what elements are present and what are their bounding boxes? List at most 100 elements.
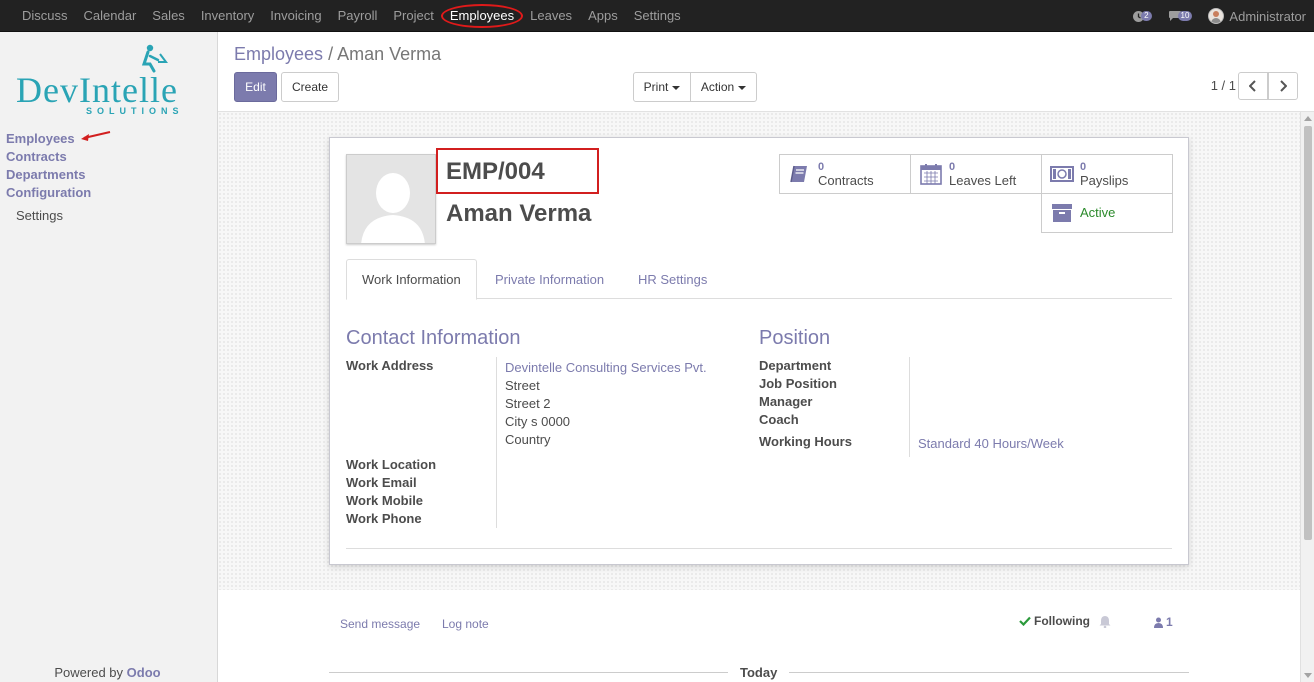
field-divider xyxy=(909,357,910,457)
leaves-smart-button[interactable]: 0 Leaves Left xyxy=(910,154,1042,194)
user-name[interactable]: Administrator xyxy=(1229,9,1306,24)
company-logo: DevIntelle SOLUTIONS xyxy=(14,44,204,120)
breadcrumb: Employees / Aman Verma xyxy=(234,44,441,65)
bell-icon[interactable] xyxy=(1099,615,1111,628)
form-sheet: EMP/004 Aman Verma 0 Contracts 0 Leaves Le… xyxy=(329,137,1189,565)
coach-label: Coach xyxy=(759,412,799,427)
scroll-down-icon[interactable] xyxy=(1304,673,1312,678)
menu-calendar[interactable]: Calendar xyxy=(76,0,145,32)
breadcrumb-separator: / xyxy=(328,44,334,64)
vertical-scrollbar[interactable] xyxy=(1300,112,1314,682)
active-status-label: Active xyxy=(1080,205,1116,220)
menu-discuss[interactable]: Discuss xyxy=(14,0,76,32)
work-address-country: Country xyxy=(505,432,551,447)
work-location-label: Work Location xyxy=(346,457,437,472)
employee-name: Aman Verma xyxy=(446,200,592,227)
work-address-company[interactable]: Devintelle Consulting Services Pvt. xyxy=(505,360,707,375)
sidebar-item-configuration[interactable]: Configuration xyxy=(6,184,91,202)
menu-leaves[interactable]: Leaves xyxy=(522,0,580,32)
pager-next-button[interactable] xyxy=(1268,72,1298,100)
breadcrumb-employees[interactable]: Employees xyxy=(234,44,323,64)
menu-invoicing[interactable]: Invoicing xyxy=(262,0,329,32)
pager-value[interactable]: 1 / 1 xyxy=(1211,78,1236,93)
pager-previous-button[interactable] xyxy=(1238,72,1268,100)
scroll-up-icon[interactable] xyxy=(1304,116,1312,121)
logo-subtitle: SOLUTIONS xyxy=(86,106,184,116)
logo-wordmark: DevIntelle xyxy=(16,70,178,110)
menu-payroll[interactable]: Payroll xyxy=(330,0,386,32)
payslips-count: 0 xyxy=(1080,161,1087,173)
calendar-icon xyxy=(919,162,943,186)
edit-button[interactable]: Edit xyxy=(234,72,277,102)
create-button[interactable]: Create xyxy=(281,72,339,102)
work-address-city: City s 0000 xyxy=(505,414,571,429)
tab-private-information[interactable]: Private Information xyxy=(480,259,619,299)
follow-button[interactable]: Following xyxy=(1019,614,1090,628)
app-menu: Discuss Calendar Sales Inventory Invoici… xyxy=(14,0,689,32)
user-avatar[interactable] xyxy=(1208,8,1225,24)
control-panel: Employees / Aman Verma Edit Create Print… xyxy=(218,32,1314,112)
powered-by: Powered by Odoo xyxy=(0,665,215,680)
chevron-down-icon xyxy=(672,86,681,90)
log-note-button[interactable]: Log note xyxy=(442,617,489,631)
user-icon xyxy=(1154,617,1163,628)
date-separator-label: Today xyxy=(728,665,790,680)
work-mobile-label: Work Mobile xyxy=(346,493,424,508)
contracts-count: 0 xyxy=(818,161,825,173)
followers-count: 1 xyxy=(1166,615,1173,629)
sidebar-item-employees[interactable]: Employees xyxy=(6,130,91,148)
chevron-right-icon xyxy=(1280,80,1287,92)
activity-menu[interactable]: 2 xyxy=(1132,10,1152,23)
payslips-label: Payslips xyxy=(1080,173,1129,188)
work-email-label: Work Email xyxy=(346,475,417,490)
contact-information-heading: Contact Information xyxy=(346,327,521,349)
sidebar-nav: Employees Contracts Departments Configur… xyxy=(6,130,91,202)
contracts-label: Contracts xyxy=(818,173,874,188)
followers-button[interactable]: 1 xyxy=(1154,615,1173,629)
messaging-menu[interactable]: 10 xyxy=(1168,10,1193,22)
chevron-left-icon xyxy=(1249,80,1256,92)
tab-hr-settings[interactable]: HR Settings xyxy=(623,259,722,299)
systray: 2 10 Administrator xyxy=(1132,0,1306,32)
sidebar-item-contracts[interactable]: Contracts xyxy=(6,148,91,166)
contracts-smart-button[interactable]: 0 Contracts xyxy=(779,154,911,194)
menu-inventory[interactable]: Inventory xyxy=(193,0,262,32)
send-message-button[interactable]: Send message xyxy=(340,617,420,631)
notebook-tabs: Work Information Private Information HR … xyxy=(346,259,1172,300)
top-menu-bar: Discuss Calendar Sales Inventory Invoici… xyxy=(0,0,1314,32)
employee-photo[interactable] xyxy=(346,154,436,244)
menu-employees[interactable]: Employees xyxy=(440,0,524,32)
scroll-thumb[interactable] xyxy=(1304,126,1312,540)
breadcrumb-current: Aman Verma xyxy=(337,44,442,64)
sidebar-item-departments[interactable]: Departments xyxy=(6,166,91,184)
money-icon xyxy=(1050,162,1074,186)
print-button[interactable]: Print xyxy=(633,72,691,102)
sidebar-item-settings[interactable]: Settings xyxy=(16,208,63,223)
working-hours-value[interactable]: Standard 40 Hours/Week xyxy=(918,436,1064,451)
payslips-smart-button[interactable]: 0 Payslips xyxy=(1041,154,1173,194)
menu-sales[interactable]: Sales xyxy=(144,0,193,32)
work-phone-label: Work Phone xyxy=(346,511,422,526)
job-position-label: Job Position xyxy=(759,376,837,391)
print-label: Print xyxy=(643,80,669,94)
working-hours-label: Working Hours xyxy=(759,434,852,449)
sheet-divider xyxy=(346,548,1172,549)
department-label: Department xyxy=(759,358,832,373)
employee-code: EMP/004 xyxy=(446,158,545,185)
action-button[interactable]: Action xyxy=(690,72,757,102)
menu-project[interactable]: Project xyxy=(385,0,441,32)
odoo-link[interactable]: Odoo xyxy=(127,665,161,680)
following-label: Following xyxy=(1034,614,1090,628)
action-label: Action xyxy=(700,80,735,94)
chevron-down-icon xyxy=(738,86,747,90)
work-address-label: Work Address xyxy=(346,358,434,373)
work-address-street2: Street 2 xyxy=(505,396,551,411)
menu-apps[interactable]: Apps xyxy=(580,0,626,32)
active-toggle-button[interactable]: Active xyxy=(1041,193,1173,233)
book-icon xyxy=(788,162,812,186)
work-address-street: Street xyxy=(505,378,540,393)
tab-work-information[interactable]: Work Information xyxy=(346,259,477,300)
menu-settings[interactable]: Settings xyxy=(626,0,689,32)
powered-by-label: Powered by xyxy=(54,665,124,680)
check-icon xyxy=(1019,616,1031,626)
